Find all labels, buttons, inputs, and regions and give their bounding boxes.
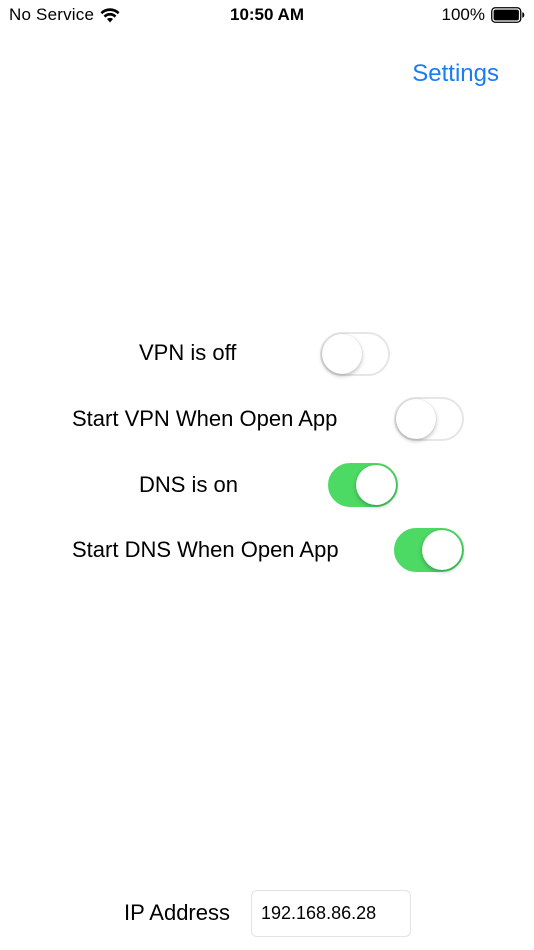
switch-knob <box>356 465 396 505</box>
start-vpn-label: Start VPN When Open App <box>72 406 338 431</box>
switch-knob <box>422 530 462 570</box>
ip-address-input[interactable] <box>251 890 411 937</box>
status-bar: No Service 10:50 AM 100% <box>0 0 534 30</box>
start-dns-label: Start DNS When Open App <box>72 537 339 562</box>
battery-percent: 100% <box>441 5 485 24</box>
battery-icon <box>491 7 525 23</box>
switch-knob <box>396 399 436 439</box>
dns-status-label: DNS is on <box>139 472 239 497</box>
vpn-toggle-switch[interactable] <box>320 332 390 376</box>
start-vpn-toggle-switch[interactable] <box>394 397 464 441</box>
switch-knob <box>322 334 362 374</box>
settings-button[interactable]: Settings <box>412 60 499 88</box>
battery-status: 100% <box>442 5 525 25</box>
app-screen: No Service 10:50 AM 100% Settings VPN is… <box>0 0 534 950</box>
ip-address-label: IP Address <box>124 900 230 925</box>
start-dns-toggle-switch[interactable] <box>394 528 464 572</box>
vpn-status-label: VPN is off <box>139 340 237 365</box>
dns-toggle-switch[interactable] <box>328 463 398 507</box>
